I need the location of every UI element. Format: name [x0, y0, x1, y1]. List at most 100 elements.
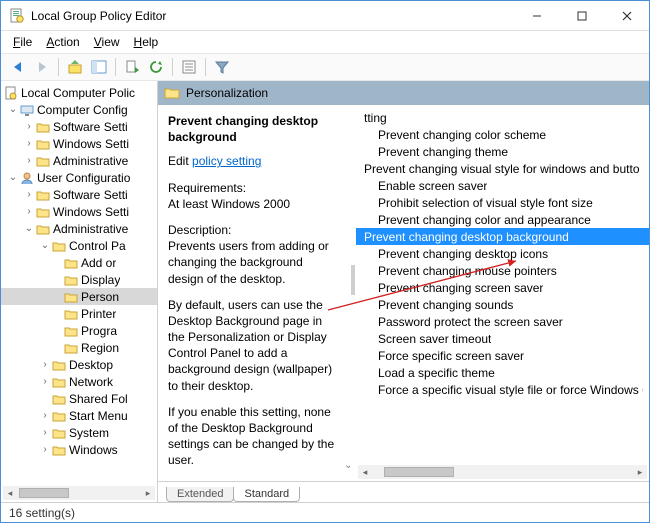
tree-h-scrollbar[interactable]: ◂ ▸: [3, 486, 155, 500]
status-text: 16 setting(s): [9, 506, 75, 520]
list-item[interactable]: Enable screen saver: [356, 177, 649, 194]
toolbar-sep: [58, 58, 59, 76]
list-item[interactable]: Prevent changing theme: [356, 143, 649, 160]
tree-control-panel[interactable]: ⌄Control Pa: [1, 237, 157, 254]
list-item[interactable]: tting: [356, 109, 649, 126]
expand-icon[interactable]: ›: [39, 444, 51, 456]
tree-item[interactable]: Shared Fol: [1, 390, 157, 407]
policy-title: Prevent changing desktop background: [168, 113, 340, 145]
tree-item[interactable]: ›Administrative: [1, 152, 157, 169]
scroll-thumb[interactable]: [384, 467, 454, 477]
tree-item[interactable]: ›Windows Setti: [1, 203, 157, 220]
scroll-left-icon[interactable]: ◂: [358, 465, 372, 479]
list-item[interactable]: Prevent changing screen saver: [356, 279, 649, 296]
expand-icon[interactable]: ›: [39, 376, 51, 388]
tree-computer-config[interactable]: ⌄Computer Config: [1, 101, 157, 118]
computer-icon: [19, 102, 35, 118]
collapse-icon[interactable]: ⌄: [39, 240, 51, 252]
folder-icon: [35, 221, 51, 237]
list-item[interactable]: Prevent changing color and appearance: [356, 211, 649, 228]
refresh-button[interactable]: [145, 56, 167, 78]
close-button[interactable]: [604, 1, 649, 30]
expand-icon[interactable]: ›: [23, 155, 35, 167]
splitter-grip[interactable]: [351, 265, 355, 295]
export-button[interactable]: [121, 56, 143, 78]
tree-item[interactable]: Progra: [1, 322, 157, 339]
forward-button[interactable]: [31, 56, 53, 78]
tab-extended[interactable]: Extended: [166, 487, 234, 502]
list-item[interactable]: Prevent changing visual style for window…: [356, 160, 649, 177]
expand-icon[interactable]: ›: [23, 121, 35, 133]
folder-icon: [51, 374, 67, 390]
scroll-right-icon[interactable]: ▸: [141, 486, 155, 500]
list-item[interactable]: Load a specific theme: [356, 364, 649, 381]
expand-icon[interactable]: ›: [23, 138, 35, 150]
tree-item[interactable]: ›Software Setti: [1, 118, 157, 135]
menu-view[interactable]: View: [88, 33, 126, 51]
expand-icon[interactable]: ›: [23, 189, 35, 201]
tree-root[interactable]: Local Computer Polic: [1, 84, 157, 101]
folder-icon: [35, 136, 51, 152]
list-item[interactable]: Prevent changing sounds: [356, 296, 649, 313]
content-title: Personalization: [186, 86, 268, 100]
list-item[interactable]: Prohibit selection of visual style font …: [356, 194, 649, 211]
toolbar: [1, 53, 649, 81]
menu-action[interactable]: Action: [40, 33, 85, 51]
folder-icon: [63, 306, 79, 322]
tree-item[interactable]: ›Windows Setti: [1, 135, 157, 152]
scroll-thumb[interactable]: [19, 488, 69, 498]
maximize-button[interactable]: [559, 1, 604, 30]
tree-item[interactable]: ›System: [1, 424, 157, 441]
list-item-selected[interactable]: Prevent changing desktop background: [356, 228, 649, 245]
list-item[interactable]: Prevent changing desktop icons: [356, 245, 649, 262]
tree-item[interactable]: ⌄Administrative: [1, 220, 157, 237]
filter-button[interactable]: [211, 56, 233, 78]
tree-item[interactable]: Add or: [1, 254, 157, 271]
show-hide-tree-button[interactable]: [88, 56, 110, 78]
collapse-icon[interactable]: ⌄: [7, 104, 19, 116]
list-item[interactable]: Password protect the screen saver: [356, 313, 649, 330]
tree-personalization[interactable]: Person: [1, 288, 157, 305]
list-item[interactable]: Prevent changing color scheme: [356, 126, 649, 143]
collapse-icon[interactable]: ⌄: [23, 223, 35, 235]
list-h-scrollbar[interactable]: ◂ ▸: [358, 465, 647, 479]
window-buttons: [514, 1, 649, 30]
folder-icon: [51, 425, 67, 441]
requirements-label: Requirements:: [168, 180, 340, 196]
tree-item[interactable]: ›Software Setti: [1, 186, 157, 203]
expand-icon[interactable]: ›: [39, 359, 51, 371]
back-button[interactable]: [7, 56, 29, 78]
up-button[interactable]: [64, 56, 86, 78]
expand-icon[interactable]: ›: [39, 410, 51, 422]
list-item[interactable]: Force specific screen saver: [356, 347, 649, 364]
window-title: Local Group Policy Editor: [31, 9, 514, 23]
list-item[interactable]: Prevent changing mouse pointers: [356, 262, 649, 279]
properties-button[interactable]: [178, 56, 200, 78]
content-header: Personalization: [158, 81, 649, 105]
tree-item[interactable]: Display: [1, 271, 157, 288]
nav-tree[interactable]: Local Computer Polic ⌄Computer Config ›S…: [1, 81, 158, 502]
tree-item[interactable]: ›Start Menu: [1, 407, 157, 424]
tree-item[interactable]: Printer: [1, 305, 157, 322]
menu-help[interactable]: Help: [128, 33, 165, 51]
tree-item[interactable]: ›Windows: [1, 441, 157, 458]
tree-item[interactable]: Region: [1, 339, 157, 356]
list-item[interactable]: Force a specific visual style file or fo…: [356, 381, 649, 398]
policy-list[interactable]: tting Prevent changing color scheme Prev…: [356, 105, 649, 481]
expand-icon[interactable]: ›: [23, 206, 35, 218]
tree-user-config[interactable]: ⌄User Configuratio: [1, 169, 157, 186]
menu-file[interactable]: File: [7, 33, 38, 51]
tree-item[interactable]: ›Desktop: [1, 356, 157, 373]
collapse-icon[interactable]: ⌄: [7, 172, 19, 184]
app-icon: [9, 8, 25, 24]
list-item[interactable]: Screen saver timeout: [356, 330, 649, 347]
scroll-right-icon[interactable]: ▸: [633, 465, 647, 479]
expand-icon[interactable]: ›: [39, 427, 51, 439]
tab-standard[interactable]: Standard: [233, 487, 300, 502]
title-bar[interactable]: Local Group Policy Editor: [1, 1, 649, 31]
content-body: Prevent changing desktop background Edit…: [158, 105, 649, 481]
tree-item[interactable]: ›Network: [1, 373, 157, 390]
edit-policy-link[interactable]: policy setting: [192, 154, 261, 168]
minimize-button[interactable]: [514, 1, 559, 30]
scroll-left-icon[interactable]: ◂: [3, 486, 17, 500]
